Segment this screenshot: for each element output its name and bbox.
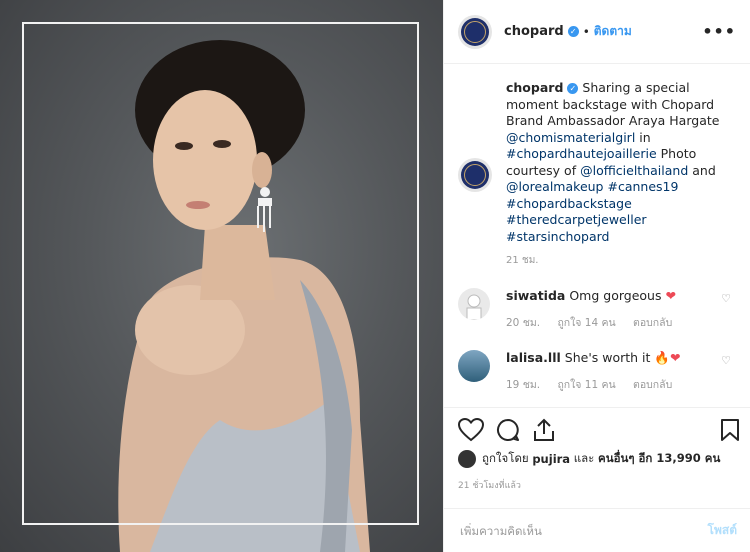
post-photo[interactable] bbox=[0, 0, 443, 552]
avatar[interactable] bbox=[458, 288, 490, 320]
likes-others[interactable]: คนอื่นๆ อีก 13,990 คน bbox=[598, 450, 720, 468]
heart-emoji: ❤ bbox=[665, 288, 676, 303]
comment-input[interactable] bbox=[458, 522, 708, 539]
post-panel: chopard ✓ • ติดตาม ••• chopard ✓ Sharing … bbox=[443, 0, 750, 552]
separator-dot: • bbox=[582, 24, 590, 39]
comment-username[interactable]: lalisa.lll bbox=[506, 350, 561, 365]
avatar[interactable] bbox=[458, 450, 476, 468]
reply-button[interactable]: ตอบกลับ bbox=[633, 379, 672, 391]
caption-word: and bbox=[692, 162, 716, 178]
more-options-icon[interactable]: ••• bbox=[702, 22, 736, 41]
like-comment-icon[interactable]: ♡ bbox=[721, 292, 731, 305]
heart-icon[interactable] bbox=[458, 418, 484, 442]
bookmark-icon[interactable] bbox=[720, 418, 740, 442]
header-username[interactable]: chopard bbox=[504, 24, 564, 39]
share-icon[interactable] bbox=[532, 418, 556, 442]
caption-word: in bbox=[639, 129, 651, 145]
hashtag-link[interactable]: #cannes19 bbox=[607, 179, 678, 194]
comment-text: Omg gorgeous bbox=[569, 288, 662, 303]
likes-user[interactable]: pujira bbox=[532, 452, 570, 466]
likes-summary: ถูกใจโดย pujira และ คนอื่นๆ อีก 13,990 ค… bbox=[458, 450, 720, 468]
comment-icon[interactable] bbox=[496, 418, 520, 442]
comment-item: siwatida Omg gorgeous ❤ 20 ชม. ถูกใจ 14 … bbox=[458, 288, 743, 331]
follow-button[interactable]: ติดตาม bbox=[594, 22, 632, 41]
mention-link[interactable]: @lofficielthailand bbox=[580, 163, 688, 178]
avatar[interactable] bbox=[458, 14, 492, 49]
verified-icon: ✓ bbox=[567, 83, 579, 94]
post-timestamp[interactable]: 21 ชั่วโมงที่แล้ว bbox=[458, 478, 521, 492]
photo-frame bbox=[22, 22, 419, 525]
hashtag-link[interactable]: #chopardhautejoaillerie bbox=[506, 146, 657, 161]
post-caption: chopard ✓ Sharing a special moment backst… bbox=[458, 80, 743, 270]
comment-likes[interactable]: ถูกใจ 14 คน bbox=[557, 317, 615, 329]
post-header: chopard ✓ • ติดตาม ••• bbox=[444, 0, 750, 64]
avatar[interactable] bbox=[458, 350, 490, 382]
caption-avatar[interactable] bbox=[458, 158, 492, 192]
comment-username[interactable]: siwatida bbox=[506, 288, 565, 303]
comment-text: She's worth it bbox=[564, 350, 651, 365]
comment-item: lalisa.lll She's worth it 🔥❤ 19 ชม. ถูกใ… bbox=[458, 350, 743, 393]
comment-likes[interactable]: ถูกใจ 11 คน bbox=[557, 379, 615, 391]
comment-time[interactable]: 19 ชม. bbox=[506, 379, 540, 391]
action-bar bbox=[444, 407, 750, 452]
post-button[interactable]: โพสต์ bbox=[708, 521, 737, 540]
comment-time[interactable]: 20 ชม. bbox=[506, 317, 540, 329]
reply-button[interactable]: ตอบกลับ bbox=[633, 317, 672, 329]
mention-link[interactable]: @chomismaterialgirl bbox=[506, 130, 635, 145]
verified-icon: ✓ bbox=[567, 26, 579, 37]
like-comment-icon[interactable]: ♡ bbox=[721, 354, 731, 367]
caption-time[interactable]: 21 ชม. bbox=[506, 253, 743, 270]
mention-link[interactable]: @lorealmakeup bbox=[506, 179, 604, 194]
likes-prefix: ถูกใจโดย bbox=[482, 451, 529, 465]
hashtag-link[interactable]: #starsinchopard bbox=[506, 229, 610, 244]
caption-username[interactable]: chopard bbox=[506, 80, 563, 95]
add-comment-bar: โพสต์ bbox=[444, 508, 750, 552]
likes-middle: และ bbox=[573, 451, 595, 465]
hashtag-link[interactable]: #chopardbackstage bbox=[506, 196, 632, 211]
hashtag-link[interactable]: #theredcarpetjeweller bbox=[506, 212, 647, 227]
fire-heart-emoji: 🔥❤ bbox=[654, 350, 681, 365]
